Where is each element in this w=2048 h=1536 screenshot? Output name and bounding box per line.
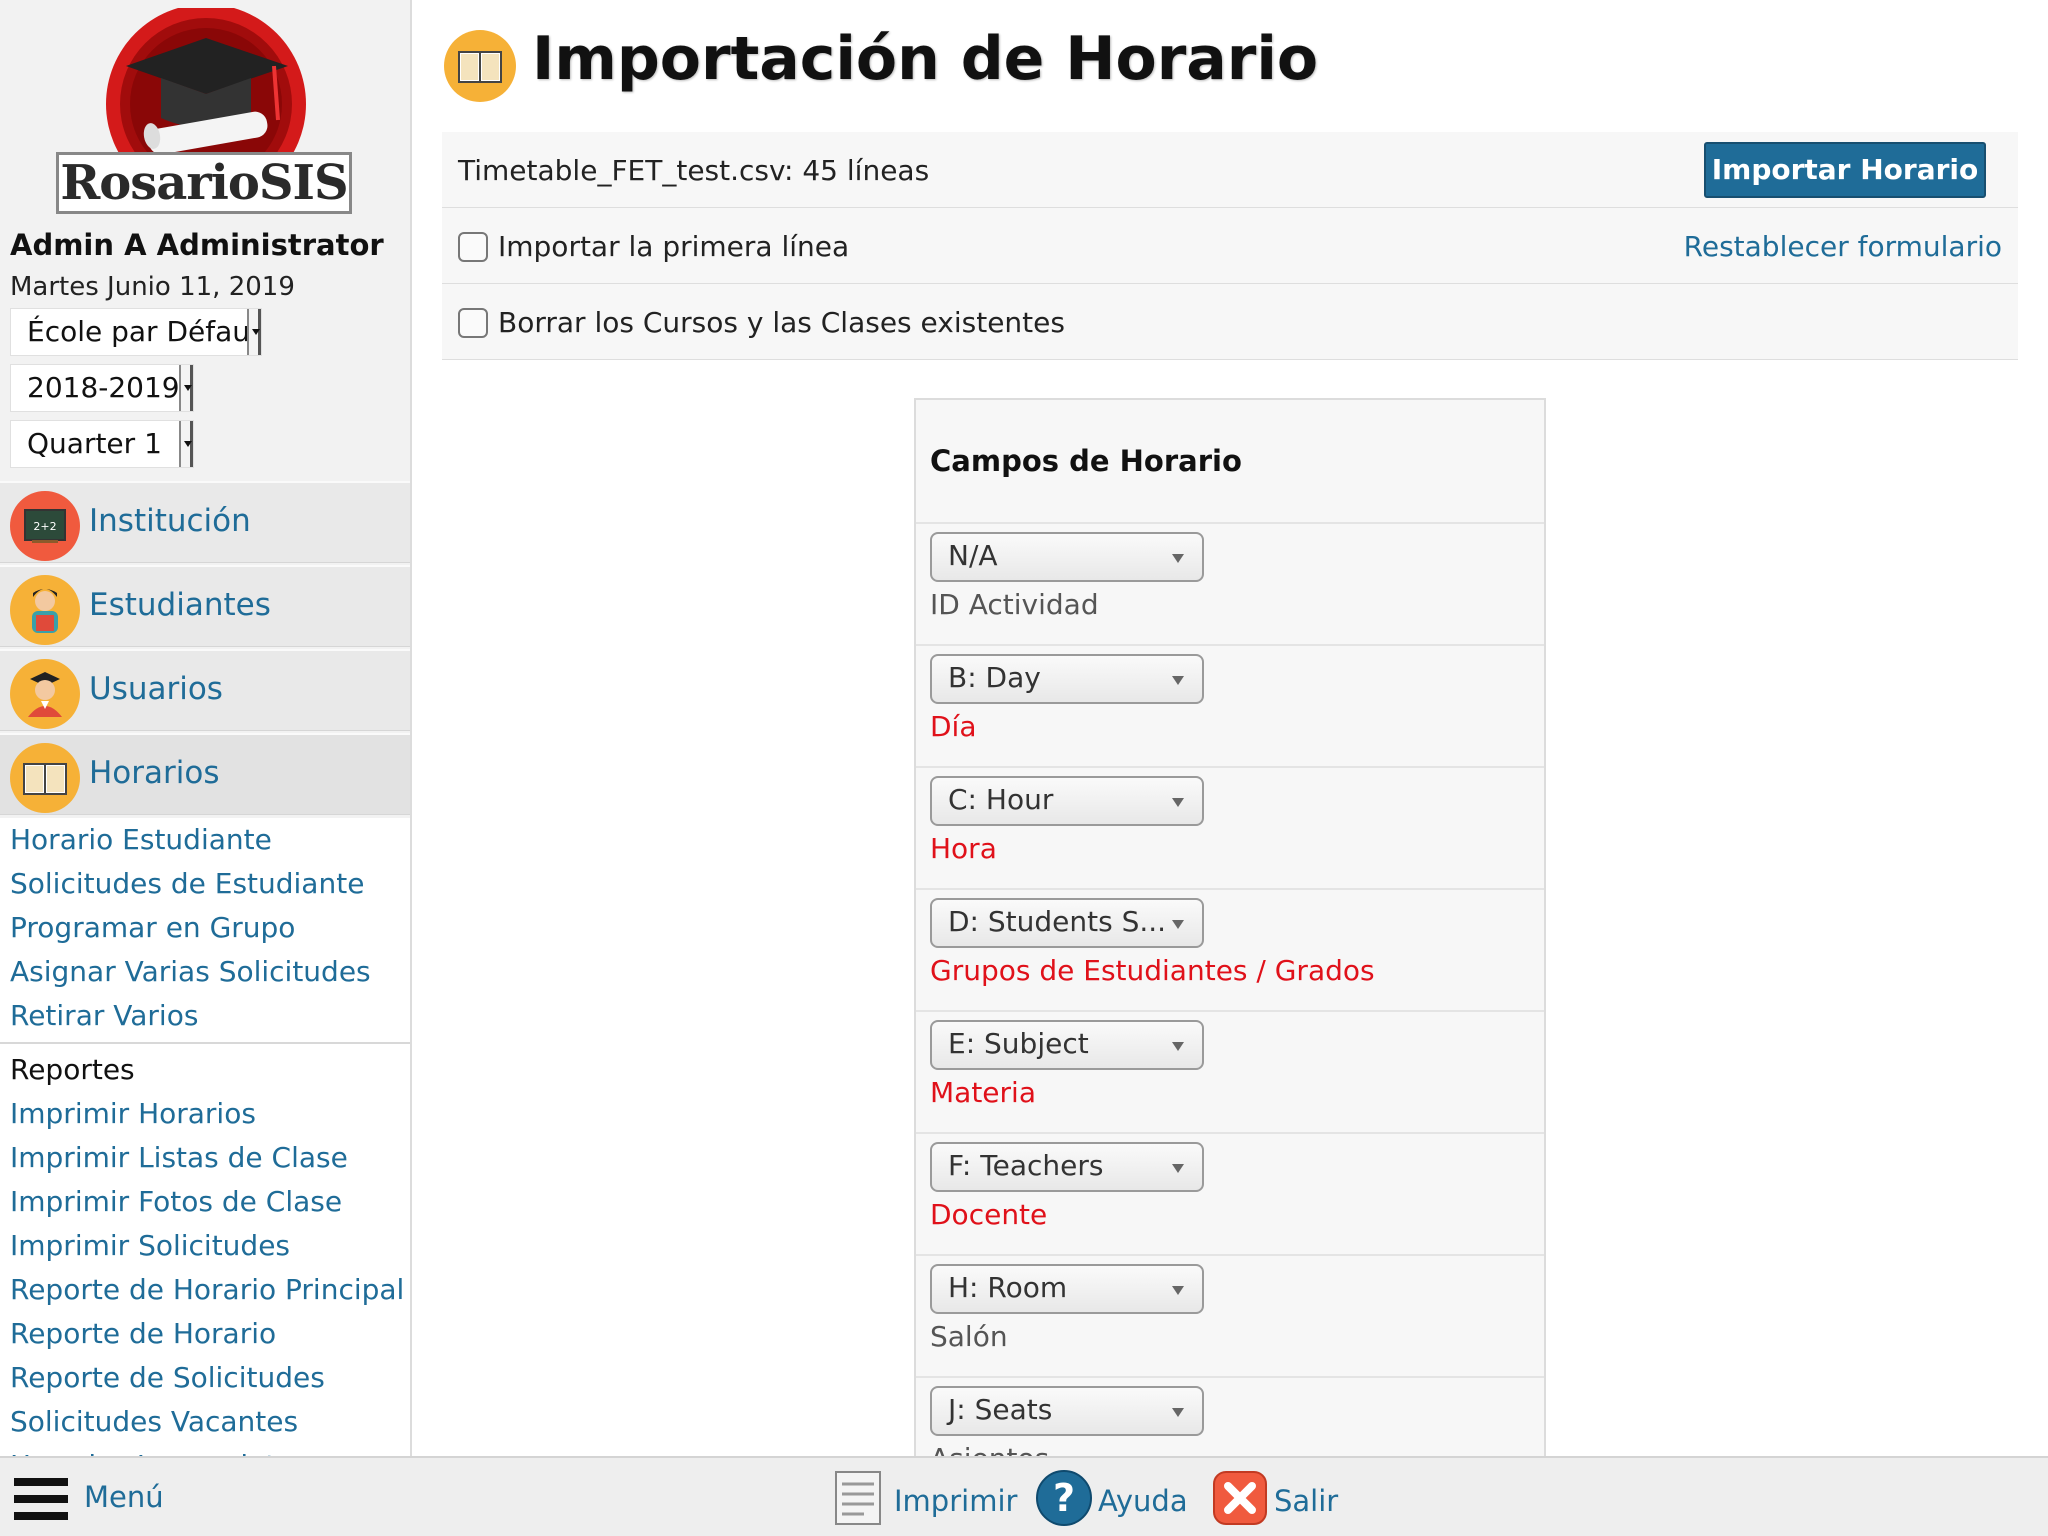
menu-module-label: Estudiantes — [89, 587, 271, 623]
user-graduate-icon — [10, 659, 80, 729]
school-year-select[interactable]: 2018-2019 — [10, 364, 194, 412]
report-link[interactable]: Solicitudes Vacantes — [0, 1400, 410, 1444]
rosariosis-logo[interactable]: RosarioSIS — [56, 8, 352, 214]
field-column-select[interactable]: H: Room — [930, 1264, 1204, 1314]
timetable-fields-panel: Campos de Horario N/A ID Actividad B: Da… — [914, 398, 1546, 1458]
logout-button[interactable]: Salir — [1210, 1468, 1350, 1528]
menu-label: Menú — [84, 1480, 164, 1514]
submenu-divider — [0, 1042, 410, 1044]
report-link[interactable]: Horarios Incompletos — [0, 1444, 410, 1456]
field-row: D: Students S... Grupos de Estudiantes /… — [916, 888, 1544, 1010]
field-row: N/A ID Actividad — [916, 522, 1544, 644]
field-row: J: Seats Asientos — [916, 1376, 1544, 1456]
chevron-down-icon — [247, 309, 261, 355]
delete-existing-row: Borrar los Cursos y las Clases existente… — [442, 284, 2018, 360]
current-date: Martes Junio 11, 2019 — [10, 272, 295, 302]
user-name: Admin A Administrator — [10, 228, 384, 262]
graduation-cap-logo-icon — [106, 8, 306, 168]
menu-module-usuarios[interactable]: Usuarios — [0, 649, 410, 731]
marking-period-value: Quarter 1 — [27, 427, 162, 460]
field-label-required: Docente — [930, 1198, 1048, 1231]
help-question-icon: ? — [1036, 1470, 1092, 1526]
chevron-down-icon — [179, 365, 193, 411]
field-label: ID Actividad — [930, 588, 1099, 621]
delete-existing-label[interactable]: Borrar los Cursos y las Clases existente… — [498, 306, 1065, 339]
submenu-link[interactable]: Asignar Varias Solicitudes — [0, 950, 410, 994]
field-row: F: Teachers Docente — [916, 1132, 1544, 1254]
bottom-toolbar: Menú Imprimir ? Ayuda Salir — [0, 1456, 2048, 1536]
sidebar: RosarioSIS Admin A Administrator Martes … — [0, 0, 412, 1456]
book-icon — [10, 743, 80, 813]
print-label: Imprimir — [894, 1484, 1018, 1518]
report-link[interactable]: Reporte de Solicitudes — [0, 1356, 410, 1400]
marking-period-select[interactable]: Quarter 1 — [10, 420, 194, 468]
print-button[interactable]: Imprimir — [830, 1468, 1017, 1528]
report-link[interactable]: Imprimir Horarios — [0, 1092, 410, 1136]
fields-panel-title: Campos de Horario — [930, 444, 1242, 478]
report-link[interactable]: Reporte de Horario Principal — [0, 1268, 410, 1312]
field-column-select[interactable]: J: Seats — [930, 1386, 1204, 1436]
delete-existing-checkbox[interactable] — [458, 308, 488, 338]
menu-module-horarios[interactable]: Horarios — [0, 733, 410, 815]
field-label-required: Grupos de Estudiantes / Grados — [930, 954, 1375, 987]
field-column-select[interactable]: F: Teachers — [930, 1142, 1204, 1192]
menu-toggle-button[interactable]: Menú — [14, 1474, 164, 1524]
submenu-link[interactable]: Solicitudes de Estudiante — [0, 862, 410, 906]
report-link[interactable]: Imprimir Fotos de Clase — [0, 1180, 410, 1224]
student-icon — [10, 575, 80, 645]
field-column-select[interactable]: B: Day — [930, 654, 1204, 704]
reports-heading: Reportes — [10, 1053, 135, 1086]
file-info-row: Timetable_FET_test.csv: 45 líneas Import… — [442, 132, 2018, 208]
field-column-select[interactable]: E: Subject — [930, 1020, 1204, 1070]
reset-form-link[interactable]: Restablecer formulario — [1684, 230, 2002, 263]
book-icon — [444, 30, 516, 102]
import-first-line-checkbox[interactable] — [458, 232, 488, 262]
field-column-select[interactable]: D: Students S... — [930, 898, 1204, 948]
report-link[interactable]: Imprimir Solicitudes — [0, 1224, 410, 1268]
help-button[interactable]: ? Ayuda — [1034, 1468, 1194, 1528]
school-select-value: École par Défaut — [27, 315, 261, 348]
field-column-select[interactable]: C: Hour — [930, 776, 1204, 826]
field-label: Salón — [930, 1320, 1008, 1353]
print-document-icon — [835, 1471, 881, 1525]
field-row: H: Room Salón — [916, 1254, 1544, 1376]
field-row: E: Subject Materia — [916, 1010, 1544, 1132]
field-row: C: Hour Hora — [916, 766, 1544, 888]
school-select[interactable]: École par Défaut — [10, 308, 262, 356]
field-label-required: Hora — [930, 832, 997, 865]
field-row: B: Day Día — [916, 644, 1544, 766]
hamburger-icon — [14, 1478, 68, 1528]
page-title: Importación de Horario — [532, 24, 1319, 94]
submenu-link[interactable]: Horario Estudiante — [0, 818, 410, 862]
report-link[interactable]: Reporte de Horario — [0, 1312, 410, 1356]
menu-module-label: Institución — [89, 503, 251, 539]
submenu-link[interactable]: Retirar Varios — [0, 994, 410, 1038]
import-timetable-button[interactable]: Importar Horario — [1704, 142, 1986, 198]
menu-module-institucion[interactable]: 2+2 Institución — [0, 481, 410, 563]
menu-module-label: Usuarios — [89, 671, 223, 707]
field-column-select[interactable]: N/A — [930, 532, 1204, 582]
file-info: Timetable_FET_test.csv: 45 líneas — [458, 154, 930, 187]
import-first-line-label[interactable]: Importar la primera línea — [498, 230, 849, 263]
help-label: Ayuda — [1098, 1484, 1188, 1518]
school-board-icon: 2+2 — [10, 491, 80, 561]
svg-text:2+2: 2+2 — [33, 520, 56, 533]
chevron-down-icon — [179, 421, 193, 467]
logo-text: RosarioSIS — [56, 152, 352, 214]
school-year-value: 2018-2019 — [27, 371, 180, 404]
horarios-submenu: Horario Estudiante Solicitudes de Estudi… — [0, 818, 410, 1456]
submenu-link[interactable]: Programar en Grupo — [0, 906, 410, 950]
logout-label: Salir — [1274, 1484, 1339, 1518]
field-label-required: Materia — [930, 1076, 1036, 1109]
svg-text:?: ? — [1053, 1476, 1075, 1520]
menu-module-estudiantes[interactable]: Estudiantes — [0, 565, 410, 647]
menu-module-label: Horarios — [89, 755, 220, 791]
field-label-required: Día — [930, 710, 977, 743]
import-first-line-row: Importar la primera línea Restablecer fo… — [442, 208, 2018, 284]
report-link[interactable]: Imprimir Listas de Clase — [0, 1136, 410, 1180]
close-x-icon — [1213, 1471, 1267, 1525]
